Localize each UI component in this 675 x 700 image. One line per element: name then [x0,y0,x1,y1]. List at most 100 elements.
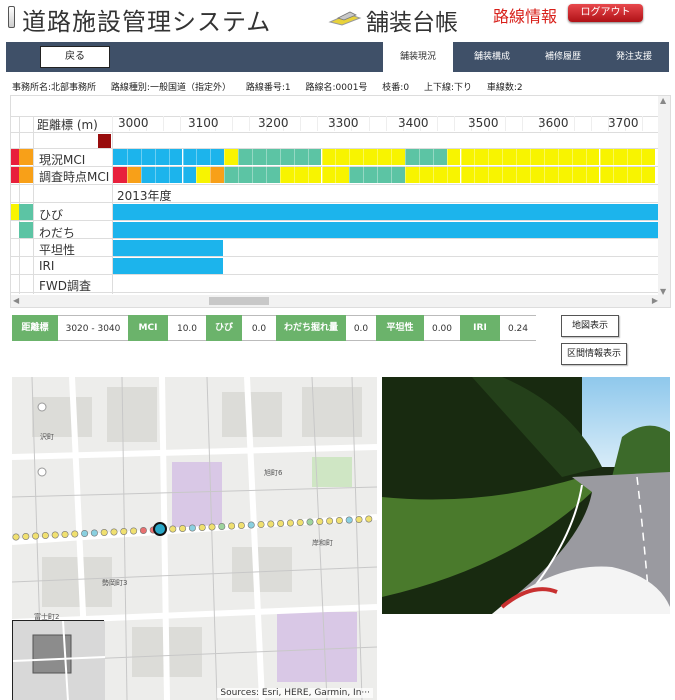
survey-mci-cell[interactable] [182,167,197,183]
route-dot[interactable] [41,532,49,540]
route-map[interactable]: 沢町 旭町6 岸和町 勢岡町3 富士町2 Sources: Esri, HERE… [12,377,377,700]
mci-cell[interactable] [168,149,183,165]
survey-mci-cell[interactable] [349,167,364,183]
survey-mci-cell[interactable] [599,167,614,183]
mci-cell[interactable] [488,149,503,165]
route-dot[interactable] [228,522,236,530]
mci-cell[interactable] [335,149,350,165]
route-dot[interactable] [90,529,98,537]
survey-mci-cell[interactable] [113,167,127,183]
survey-mci-cell[interactable] [377,167,391,183]
tab-repair-history[interactable]: 補修履歴 [528,42,598,72]
route-dot[interactable] [100,529,108,537]
route-dot[interactable] [188,524,196,532]
scroll-right-icon[interactable]: ▶ [652,296,658,305]
mci-cell[interactable] [432,149,447,165]
back-button[interactable]: 戻る [40,46,110,68]
route-dot[interactable] [120,528,128,536]
survey-mci-cell[interactable] [404,167,419,183]
survey-mci-cell[interactable] [474,167,489,183]
mci-cell[interactable] [182,149,197,165]
route-dot[interactable] [277,520,285,528]
mci-cell[interactable] [516,149,530,165]
route-dot[interactable] [306,518,314,526]
survey-mci-cell[interactable] [418,167,433,183]
flatness-bar[interactable] [113,240,223,256]
survey-mci-cell[interactable] [432,167,447,183]
survey-mci-cell[interactable] [140,167,155,183]
mci-cell[interactable] [307,149,322,165]
route-dot[interactable] [139,527,147,535]
mci-cell[interactable] [530,149,544,165]
mci-cell[interactable] [140,149,155,165]
route-dot[interactable] [22,533,30,541]
survey-mci-cell[interactable] [488,167,503,183]
survey-mci-cell[interactable] [252,167,266,183]
survey-mci-cell[interactable] [154,167,169,183]
survey-mci-cell[interactable] [391,167,405,183]
scroll-up-icon[interactable]: ▲ [660,96,666,105]
route-dot[interactable] [61,531,69,539]
mci-cell[interactable] [391,149,405,165]
route-dot[interactable] [345,516,353,524]
route-dot[interactable] [326,517,334,525]
survey-mci-cell[interactable] [627,167,642,183]
mci-cell[interactable] [460,149,475,165]
mci-cell[interactable] [126,149,141,165]
horizontal-scrollbar[interactable]: ◀ ▶ [11,295,670,307]
mci-cell[interactable] [585,149,600,165]
mci-cell[interactable] [265,149,280,165]
route-dot[interactable] [247,521,255,529]
survey-mci-cell[interactable] [585,167,600,183]
route-dot[interactable] [179,525,187,533]
survey-mci-cell[interactable] [238,167,252,183]
mci-cell[interactable] [279,149,294,165]
mci-cell[interactable] [627,149,642,165]
survey-mci-cell[interactable] [293,167,308,183]
route-dot[interactable] [355,516,363,524]
mci-cell[interactable] [613,149,628,165]
mci-cell[interactable] [543,149,558,165]
vertical-scrollbar[interactable]: ▲ ▼ [658,96,670,296]
survey-mci-cell[interactable] [571,167,586,183]
crack-bar[interactable] [113,204,659,220]
tab-pavement-structure[interactable]: 舗装構成 [457,42,527,72]
survey-mci-cell[interactable] [307,167,322,183]
rut-bar[interactable] [113,222,659,238]
survey-mci-cell[interactable] [363,167,378,183]
mci-cell[interactable] [113,149,127,165]
survey-mci-cell[interactable] [502,167,517,183]
horizontal-scroll-thumb[interactable] [209,297,269,305]
survey-mci-cell[interactable] [210,167,225,183]
route-dot[interactable] [316,518,324,526]
tab-order-support[interactable]: 発注支援 [599,42,669,72]
mci-cell[interactable] [252,149,266,165]
logout-button[interactable]: ログアウト [568,4,643,22]
survey-mci-cell[interactable] [516,167,530,183]
mci-cell[interactable] [363,149,378,165]
route-dot[interactable] [218,523,226,531]
mci-cell[interactable] [641,149,656,165]
survey-mci-cell[interactable] [265,167,280,183]
route-dot[interactable] [286,519,294,527]
route-dot[interactable] [198,524,206,532]
mci-cell[interactable] [418,149,433,165]
mci-cell[interactable] [404,149,419,165]
mci-cell[interactable] [154,149,169,165]
survey-mci-cell[interactable] [321,167,336,183]
mci-cell[interactable] [377,149,391,165]
survey-mci-cell[interactable] [335,167,350,183]
route-dot[interactable] [335,517,343,525]
survey-mci-cell[interactable] [446,167,461,183]
mci-cell[interactable] [446,149,461,165]
mci-cell[interactable] [599,149,614,165]
route-dot[interactable] [71,530,79,538]
route-dot[interactable] [81,530,89,538]
route-dot[interactable] [130,527,138,535]
route-info-link[interactable]: 路線情報 [493,3,557,27]
route-dot[interactable] [237,522,245,530]
iri-bar[interactable] [113,258,223,274]
route-dot[interactable] [12,533,20,541]
tab-pavement-status[interactable]: 舗装現況 [383,42,453,72]
mci-cell[interactable] [196,149,211,165]
